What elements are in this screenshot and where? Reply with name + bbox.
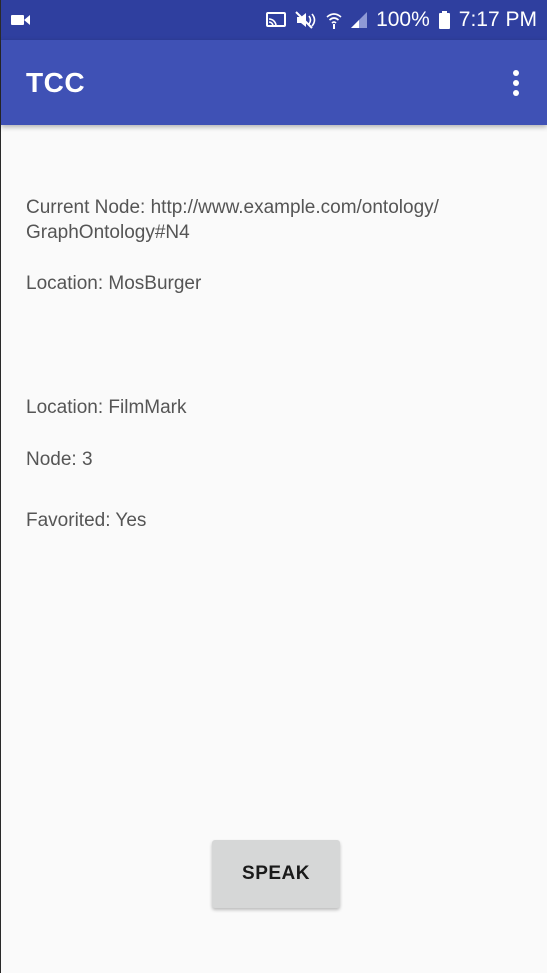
signal-icon: [351, 12, 368, 28]
app-bar: TCC: [1, 40, 547, 125]
location-mosburger: Location: MosBurger: [26, 273, 202, 294]
video-camera-icon: [11, 13, 31, 27]
location-filmmark: Location: FilmMark: [26, 397, 187, 418]
more-vert-icon[interactable]: [503, 63, 529, 103]
current-node-line-2: GraphOntology#N4: [26, 222, 190, 243]
wifi-icon: [326, 11, 342, 29]
current-node-line-1: Current Node: http://www.example.com/ont…: [26, 197, 439, 218]
speak-button[interactable]: SPEAK: [212, 840, 340, 908]
app-screen: 100% 7:17 PM TCC Current Node: http://ww…: [0, 0, 547, 973]
cast-icon: [266, 12, 287, 28]
current-node-text: Current Node: http://www.example.com/ont…: [26, 195, 439, 245]
app-title: TCC: [26, 66, 86, 98]
mute-icon: [295, 11, 317, 29]
favorited-status: Favorited: Yes: [26, 510, 147, 531]
battery-icon: [438, 11, 450, 29]
battery-percent: 100%: [376, 8, 430, 31]
status-time: 7:17 PM: [458, 8, 537, 31]
status-bar: 100% 7:17 PM: [1, 0, 547, 40]
node-number: Node: 3: [26, 449, 93, 470]
